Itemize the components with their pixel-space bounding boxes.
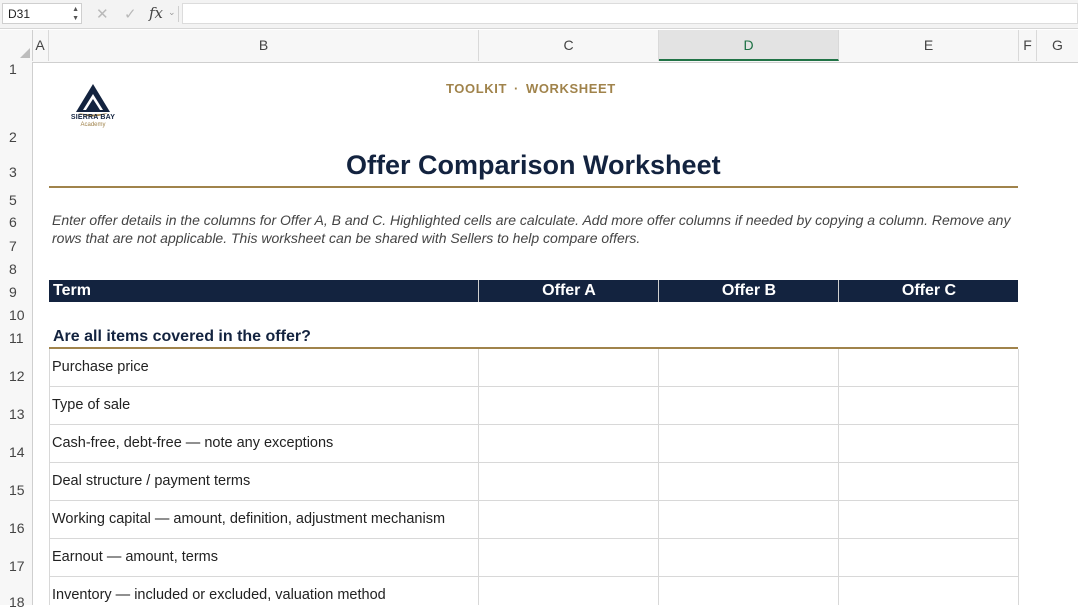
table-row[interactable]: Working capital — amount, definition, ad… <box>49 501 1018 539</box>
row-header-18[interactable]: 18 <box>0 594 32 610</box>
logo-name: SIERRA BAY <box>70 114 116 121</box>
row-header-11[interactable]: 11 <box>0 330 32 346</box>
column-header-e[interactable]: E <box>839 30 1019 61</box>
kicker-separator: · <box>514 81 519 96</box>
formula-bar: D31 ▲ ▼ ✕ ✓ fx ⌄ <box>0 0 1078 29</box>
offer-b-header: Offer B <box>721 282 777 299</box>
offer-c-header: Offer C <box>901 282 957 299</box>
table-row[interactable]: Type of sale <box>49 387 1018 425</box>
term-label: Earnout — amount, terms <box>52 549 219 565</box>
table-right-border <box>1018 349 1019 605</box>
row-header-15[interactable]: 15 <box>0 482 32 498</box>
row-header-5[interactable]: 5 <box>0 192 32 208</box>
function-icon[interactable]: fx <box>149 4 163 22</box>
column-header-c[interactable]: C <box>479 30 659 61</box>
formula-divider <box>178 6 179 22</box>
row-header-8[interactable]: 8 <box>0 261 32 277</box>
row-header-16[interactable]: 16 <box>0 520 32 536</box>
select-all-button[interactable] <box>0 30 33 61</box>
table-row[interactable]: Purchase price <box>49 349 1018 387</box>
column-header-g[interactable]: G <box>1037 30 1078 61</box>
page-title: Offer Comparison Worksheet <box>346 150 721 180</box>
row-header-9[interactable]: 9 <box>0 284 32 300</box>
column-header-f[interactable]: F <box>1019 30 1037 61</box>
formula-input[interactable] <box>182 3 1078 24</box>
table-header: Term Offer A Offer B Offer C <box>49 280 1018 302</box>
term-label: Purchase price <box>52 359 149 375</box>
term-header: Term <box>53 282 91 299</box>
row-header-6[interactable]: 6 <box>0 214 32 230</box>
name-box[interactable]: D31 ▲ ▼ <box>2 3 82 24</box>
column-header-b[interactable]: B <box>49 30 479 61</box>
row-header-13[interactable]: 13 <box>0 406 32 422</box>
toolkit-label: TOOLKIT · WORKSHEET <box>446 81 616 96</box>
table-row[interactable]: Inventory — included or excluded, valuat… <box>49 577 1018 605</box>
table-row[interactable]: Cash-free, debt-free — note any exceptio… <box>49 425 1018 463</box>
section-heading: Are all items covered in the offer? <box>53 328 311 345</box>
row-header-2[interactable]: 2 <box>0 129 32 145</box>
row-header-3[interactable]: 3 <box>0 164 32 180</box>
close-icon[interactable]: ✕ <box>96 5 109 23</box>
checkmark-icon[interactable]: ✓ <box>124 5 137 23</box>
term-label: Working capital — amount, definition, ad… <box>52 511 446 527</box>
row-header-7[interactable]: 7 <box>0 238 32 254</box>
row-header-12[interactable]: 12 <box>0 368 32 384</box>
term-label: Cash-free, debt-free — note any exceptio… <box>52 435 334 451</box>
logo-subtitle: Academy <box>80 122 106 128</box>
chevron-down-icon[interactable]: ⌄ <box>168 7 176 18</box>
row-header-1[interactable]: 1 <box>0 61 32 77</box>
title-divider <box>49 186 1018 188</box>
term-label: Deal structure / payment terms <box>52 473 251 489</box>
kicker-right: WORKSHEET <box>525 81 616 96</box>
table-row[interactable]: Earnout — amount, terms <box>49 539 1018 577</box>
name-box-value: D31 <box>8 7 31 21</box>
column-header-bar: A B C D E F G <box>0 30 1078 63</box>
term-label: Type of sale <box>52 397 131 413</box>
column-header-a[interactable]: A <box>32 30 49 61</box>
instructions-text: Enter offer details in the columns for O… <box>52 212 1011 246</box>
column-header-d[interactable]: D <box>659 30 839 61</box>
name-box-stepper-icon[interactable]: ▲ ▼ <box>72 5 79 23</box>
table-row[interactable]: Deal structure / payment terms <box>49 463 1018 501</box>
row-header-17[interactable]: 17 <box>0 558 32 574</box>
term-label: Inventory — included or excluded, valuat… <box>52 587 386 603</box>
row-header-10[interactable]: 10 <box>0 307 32 323</box>
kicker-left: TOOLKIT <box>446 81 508 96</box>
offer-a-header: Offer A <box>542 282 596 299</box>
row-header-14[interactable]: 14 <box>0 444 32 460</box>
select-all-icon <box>20 48 30 58</box>
